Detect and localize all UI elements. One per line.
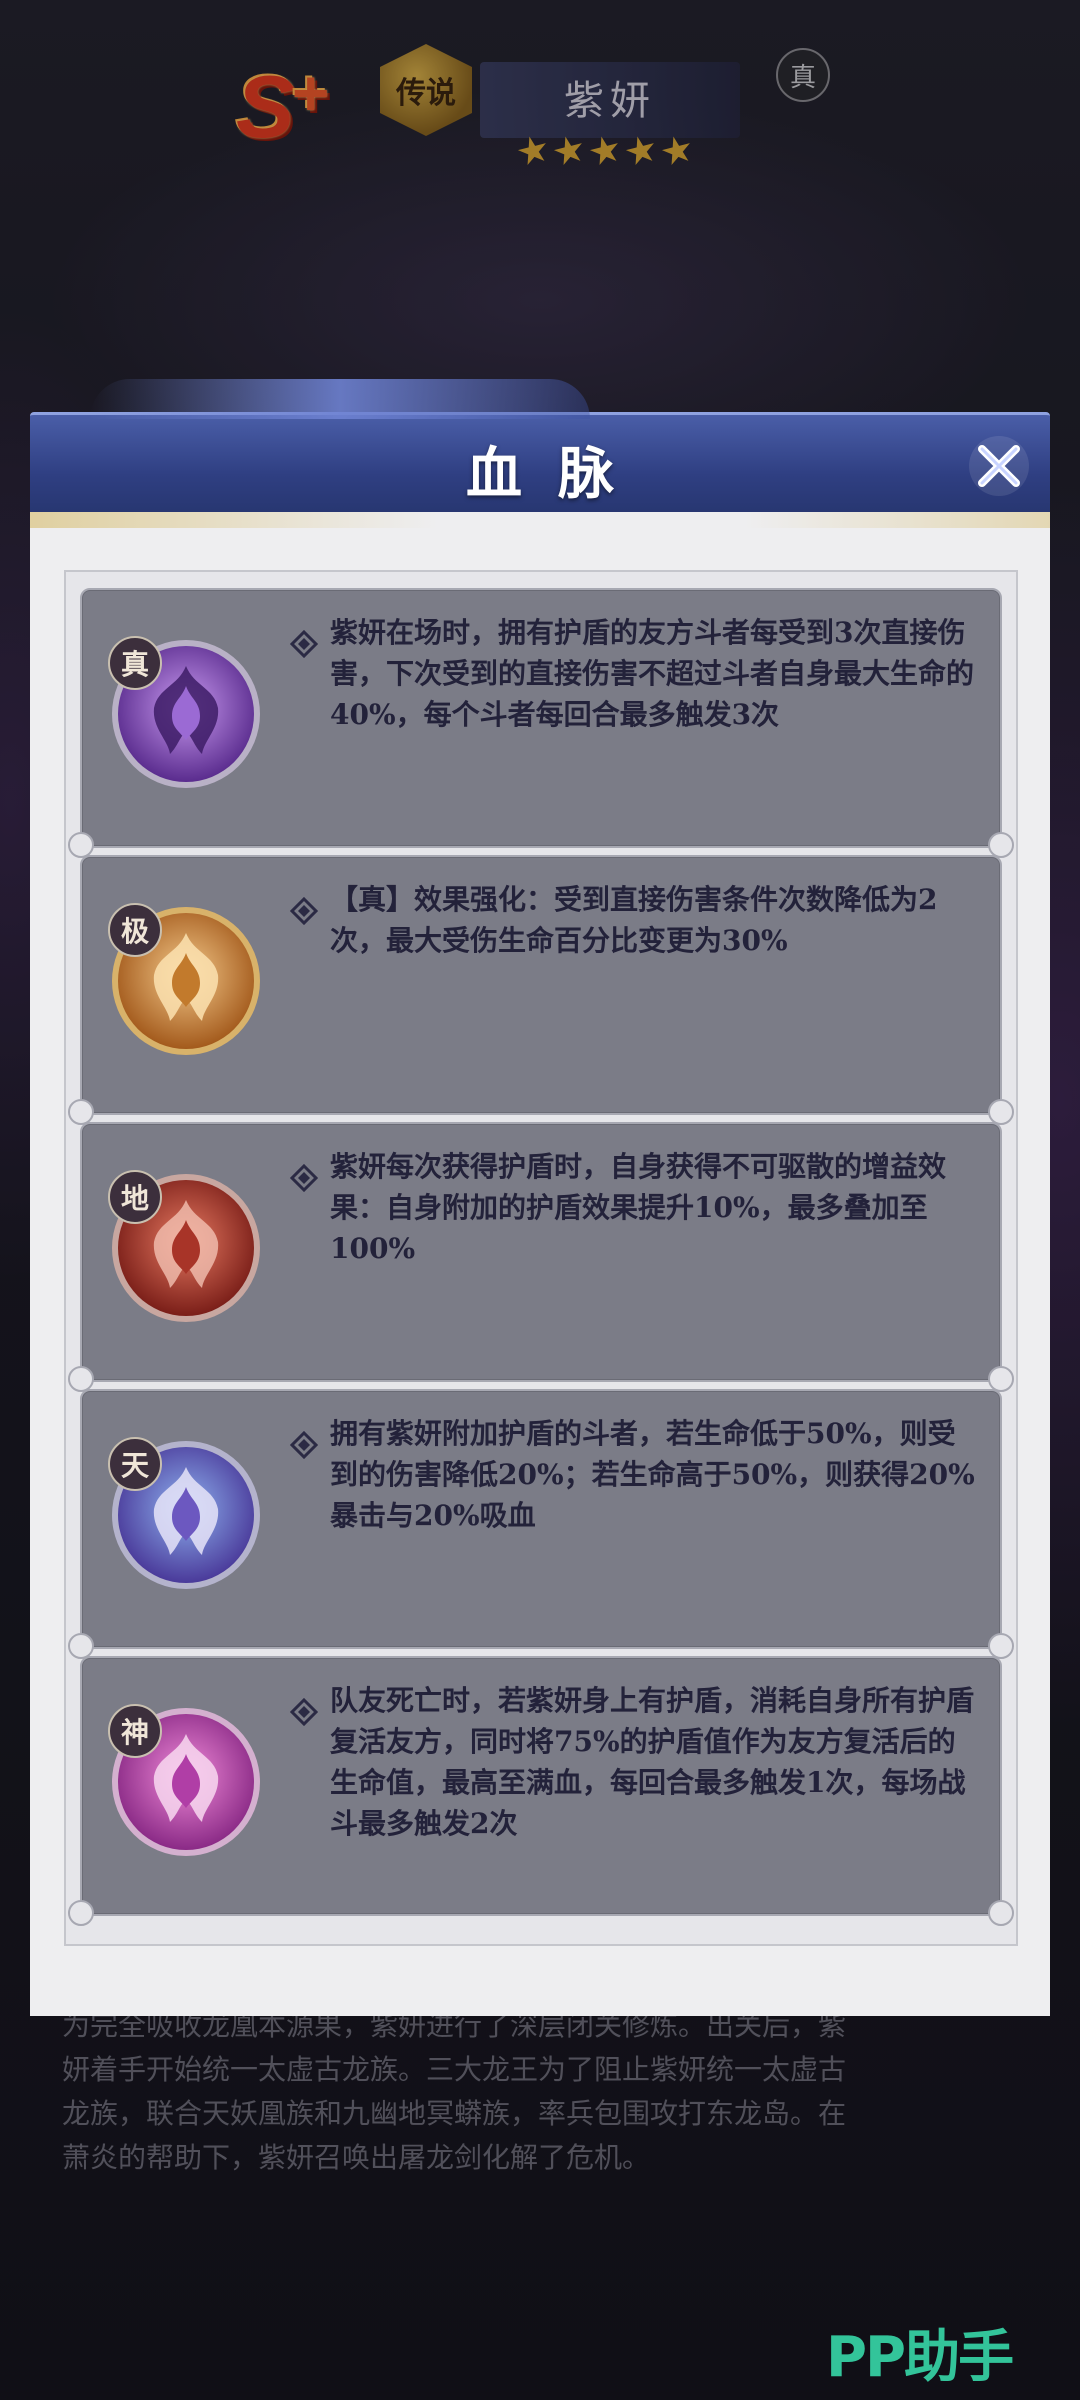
diamond-bullet-icon [290,630,318,658]
ability-description: 紫妍在场时，拥有护盾的友方斗者每受到3次直接伤害，下次受到的直接伤害不超过斗者自… [330,616,975,731]
watermark-logo: PP助手 [826,2325,1014,2390]
diamond-bullet-icon [290,1698,318,1726]
ability-card[interactable]: 真 紫妍在场时，拥有护盾的友方斗者每受到3次直接伤害，下次受到的直接伤害不超过斗… [68,588,1014,858]
gold-trim [30,512,1050,528]
ability-description: 队友死亡时，若紫妍身上有护盾，消耗自身所有护盾复活友方，同时将75%的护盾值作为… [330,1684,975,1840]
diamond-bullet-icon [290,1164,318,1192]
ability-description: 拥有紫妍附加护盾的斗者，若生命低于50%，则受到的伤害降低20%；若生命高于50… [330,1417,975,1532]
modal-header: 血脉 [30,379,1050,515]
ability-card[interactable]: 天 拥有紫妍附加护盾的斗者，若生命低于50%，则受到的伤害降低20%；若生命高于… [68,1389,1014,1659]
close-icon [969,436,1029,496]
ability-card[interactable]: 地 紫妍每次获得护盾时，自身获得不可驱散的增益效果：自身附加的护盾效果提升10%… [68,1122,1014,1392]
ability-description: 紫妍每次获得护盾时，自身获得不可驱散的增益效果：自身附加的护盾效果提升10%，最… [330,1150,947,1265]
close-button[interactable] [966,433,1032,499]
tier-badge: 极 [108,903,162,957]
diamond-bullet-icon [290,897,318,925]
tier-badge: 神 [108,1704,162,1758]
ability-card[interactable]: 极 【真】效果强化：受到直接伤害条件次数降低为2次，最大受伤生命百分比变更为30… [68,855,1014,1125]
modal-title: 血脉 [466,441,650,507]
diamond-bullet-icon [290,1431,318,1459]
bloodline-modal: 血脉 真 紫妍在场时，拥有护盾的友方斗者每受到3次直接伤害，下次受到的直接伤害不… [30,379,1050,2016]
header-ornament [90,379,590,419]
tier-badge: 天 [108,1437,162,1491]
card-notch [68,1900,94,1926]
tier-badge: 地 [108,1170,162,1224]
card-notch [988,1900,1014,1926]
ability-description: 【真】效果强化：受到直接伤害条件次数降低为2次，最大受伤生命百分比变更为30% [330,883,938,957]
ability-card[interactable]: 神 队友死亡时，若紫妍身上有护盾，消耗自身所有护盾复活友方，同时将75%的护盾值… [68,1656,1014,1926]
ability-list: 真 紫妍在场时，拥有护盾的友方斗者每受到3次直接伤害，下次受到的直接伤害不超过斗… [64,570,1018,1946]
tier-badge: 真 [108,636,162,690]
